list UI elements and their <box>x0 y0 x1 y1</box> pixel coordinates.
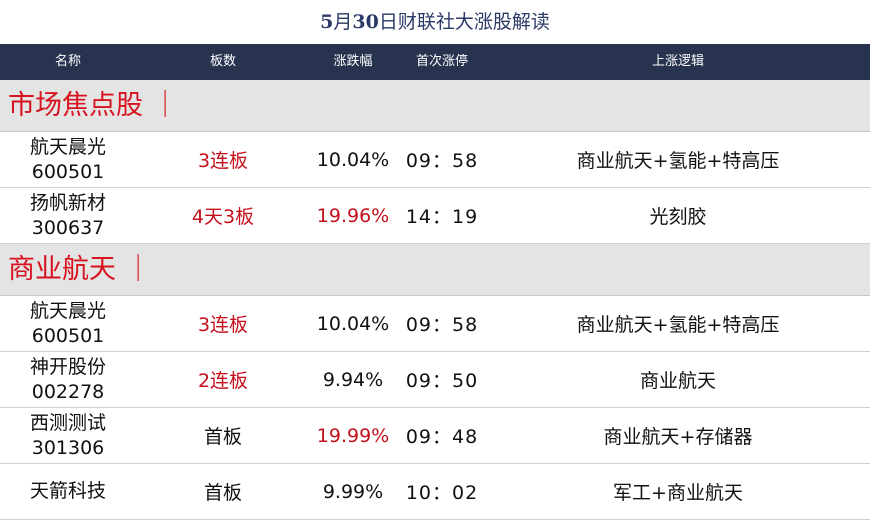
table-row[interactable]: 航天晨光 600501 3连板 10.04% 09：58 商业航天+氢能+特高压 <box>0 296 870 352</box>
rise-logic: 商业航天+氢能+特高压 <box>576 314 780 336</box>
stock-name: 航天晨光 <box>29 135 106 158</box>
header-logic: 上涨逻辑 <box>651 54 704 69</box>
stock-code: 300637 <box>31 216 105 239</box>
table-body: 市场焦点股 ｜航天晨光 600501 3连板 10.04% 09：58 商业航天+氢能+特… <box>0 80 870 520</box>
rise-logic: 商业航天+氢能+特高压 <box>576 150 780 172</box>
table-row[interactable]: 神开股份 002278 2连板 9.94% 09：50 商业航天 <box>0 352 870 408</box>
section-title: 商业航天 ｜ <box>0 244 870 296</box>
table-row[interactable]: 航天晨光 600501 3连板 10.04% 09：58 商业航天+氢能+特高压 <box>0 132 870 188</box>
stock-code: 600501 <box>31 324 105 347</box>
header-change: 涨跌幅 <box>333 54 373 69</box>
first-limit-time: 09：50 <box>405 370 479 392</box>
rise-logic: 商业航天+存储器 <box>603 426 753 448</box>
first-limit-time: 09：48 <box>405 426 479 448</box>
change-percent: 19.96% <box>316 204 390 227</box>
stock-code: 002278 <box>31 380 105 403</box>
stock-code: 301306 <box>31 436 105 459</box>
page-title: 5月30日财联社大涨股解读 <box>320 11 550 33</box>
stock-name-cell: 航天晨光 600501 <box>0 296 136 351</box>
table-row[interactable]: 扬帆新材 300637 4天3板 19.96% 14：19 光刻胶 <box>0 188 870 244</box>
stock-name-cell: 西测测试 301306 <box>0 408 136 463</box>
header-name: 名称 <box>54 54 81 69</box>
header-first-limit: 首次涨停 <box>415 54 468 69</box>
boards-count: 3连板 <box>197 314 249 336</box>
change-percent: 9.94% <box>322 368 384 391</box>
stock-name-cell: 神开股份 002278 <box>0 352 136 407</box>
stock-name-cell: 扬帆新材 300637 <box>0 188 136 243</box>
stock-name: 西测测试 <box>29 411 106 434</box>
boards-count: 2连板 <box>197 370 249 392</box>
header-boards: 板数 <box>209 54 236 69</box>
stock-name: 扬帆新材 <box>29 191 106 214</box>
stock-code: 600501 <box>31 160 105 183</box>
first-limit-time: 09：58 <box>405 150 479 172</box>
stock-name: 航天晨光 <box>29 299 106 322</box>
change-percent: 19.99% <box>316 424 390 447</box>
stock-name-cell: 航天晨光 600501 <box>0 132 136 187</box>
first-limit-time: 09：58 <box>405 314 479 336</box>
rise-logic: 光刻胶 <box>649 206 707 228</box>
table-row[interactable]: 西测测试 301306 首板 19.99% 09：48 商业航天+存储器 <box>0 408 870 464</box>
rise-logic: 商业航天 <box>639 370 716 392</box>
stock-name: 神开股份 <box>29 355 106 378</box>
table-header: 名称 板数 涨跌幅 首次涨停 上涨逻辑 <box>0 44 870 80</box>
section-title: 市场焦点股 ｜ <box>0 80 870 132</box>
first-limit-time: 14：19 <box>405 206 479 228</box>
table-row[interactable]: 天箭科技 首板 9.99% 10：02 军工+商业航天 <box>0 464 870 520</box>
boards-count: 首板 <box>203 426 242 448</box>
boards-count: 4天3板 <box>191 206 255 228</box>
boards-count: 3连板 <box>197 150 249 172</box>
change-percent: 10.04% <box>316 148 390 171</box>
change-percent: 10.04% <box>316 312 390 335</box>
